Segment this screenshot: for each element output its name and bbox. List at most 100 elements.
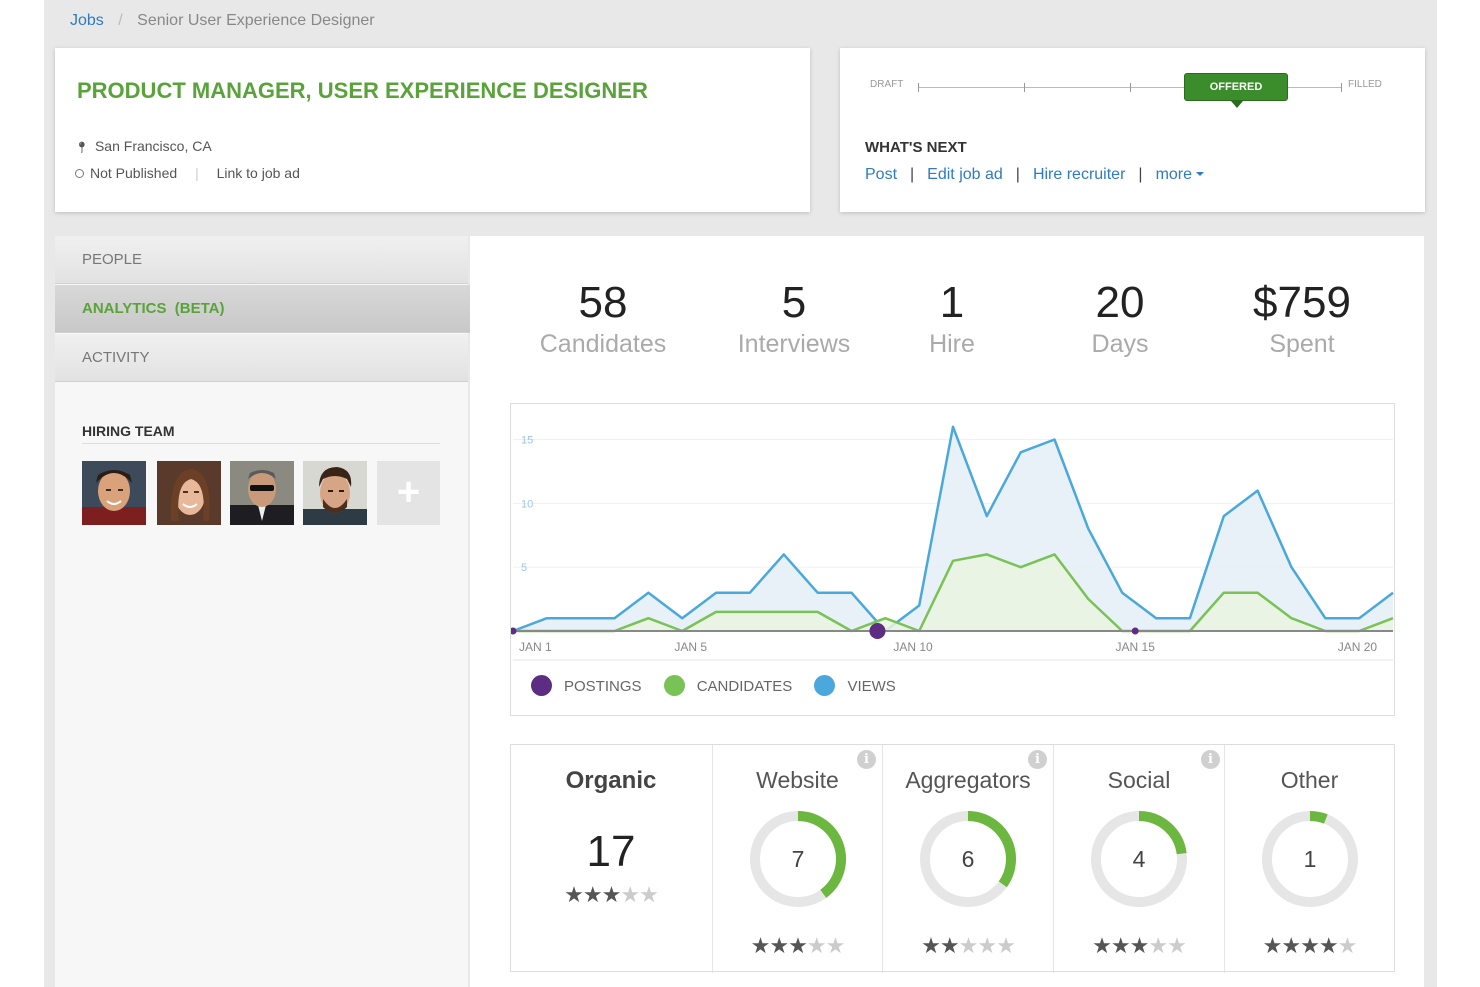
info-icon[interactable]: i [1201, 750, 1220, 769]
legend-item-views[interactable]: VIEWS [814, 675, 896, 696]
activity-chart: 5 10 15 JAN 1 JAN 5 JAN 10 JAN 15 JAN 20 POSTIN… [509, 403, 1395, 716]
stat-label: Days [1091, 330, 1149, 358]
donut-value: 6 [962, 846, 975, 872]
caret-down-icon [1196, 172, 1205, 176]
star-empty-icon: ★ [825, 933, 846, 958]
star-empty-icon: ★ [1148, 933, 1168, 958]
whats-next-title: WHAT'S NEXT [865, 139, 967, 156]
star-empty-icon: ★ [1337, 933, 1358, 958]
x-tick-label: JAN 10 [893, 640, 933, 654]
sidebar-item-activity[interactable]: ACTIVITY [55, 334, 468, 382]
donut-arc [797, 811, 846, 898]
stat-label: Spent [1269, 330, 1335, 358]
job-ad-link[interactable]: Link to job ad [217, 165, 300, 181]
legend-item-candidates[interactable]: CANDIDATES [663, 675, 793, 696]
avatar[interactable] [230, 461, 294, 525]
star-filled-icon: ★ [601, 882, 622, 907]
star-empty-icon: ★ [958, 933, 979, 958]
job-location-text: San Francisco, CA [94, 138, 212, 154]
y-tick-label: 5 [521, 562, 527, 574]
status-tick [1024, 83, 1025, 92]
publish-status: Not Published [90, 165, 178, 181]
stat-interviews: 5 Interviews [719, 276, 869, 358]
stat-spent: $759 Spent [1232, 276, 1372, 358]
breadcrumb-current: Senior User Experience Designer [137, 12, 375, 29]
legend-swatch [663, 675, 685, 696]
star-filled-icon: ★ [921, 933, 941, 958]
action-separator: | [1138, 166, 1143, 183]
status-offered-badge[interactable]: OFFERED [1184, 73, 1288, 108]
avatar[interactable] [303, 461, 367, 525]
edit-job-ad-link[interactable]: Edit job ad [927, 166, 1003, 183]
x-tick-label: JAN 1 [519, 640, 552, 654]
avatar[interactable] [82, 461, 146, 525]
stat-label: Interviews [737, 330, 851, 358]
breadcrumb-separator: / [118, 12, 123, 29]
more-label: more [1155, 166, 1193, 183]
info-icon[interactable]: i [1028, 750, 1047, 769]
source-donut: 7 [749, 811, 846, 907]
status-tick [1130, 83, 1131, 92]
stat-label: Candidates [539, 330, 667, 358]
post-link[interactable]: Post [865, 166, 897, 183]
sidebar-item-analytics-label: ANALYTICS (BETA) [82, 300, 225, 317]
source-donut: 4 [1091, 811, 1187, 907]
star-rating: ★★★★★ [1225, 933, 1394, 959]
star-filled-icon: ★ [769, 933, 789, 958]
status-tick [1341, 83, 1342, 92]
star-filled-icon: ★ [1281, 933, 1301, 958]
status-filled-label: FILLED [1348, 79, 1382, 90]
legend-label: VIEWS [847, 678, 896, 695]
stat-value: 5 [781, 278, 807, 327]
job-summary-card: PRODUCT MANAGER, USER EXPERIENCE DESIGNE… [55, 48, 810, 212]
divider [82, 443, 440, 444]
stat-days: 20 Days [1070, 276, 1170, 358]
star-empty-icon: ★ [620, 882, 640, 907]
stat-value: $759 [1253, 278, 1351, 327]
meta-separator: | [195, 165, 199, 181]
chart-legend: POSTINGS CANDIDATES VIEWS [531, 675, 914, 696]
sidebar-item-analytics[interactable]: ANALYTICS (BETA) [55, 285, 485, 333]
x-tick-label: JAN 15 [1116, 640, 1156, 654]
legend-label: CANDIDATES [696, 678, 793, 695]
avatar[interactable] [157, 461, 221, 525]
x-tick-label: JAN 5 [674, 640, 707, 654]
star-filled-icon: ★ [939, 933, 960, 958]
posting-point [1131, 627, 1139, 635]
stat-hires: 1 Hire [902, 276, 1002, 358]
info-icon[interactable]: i [857, 750, 876, 769]
donut-arc [967, 811, 1016, 888]
star-filled-icon: ★ [564, 882, 584, 907]
breadcrumb-jobs-link[interactable]: Jobs [70, 12, 104, 29]
job-title: PRODUCT MANAGER, USER EXPERIENCE DESIGNE… [77, 78, 648, 103]
add-team-member-button[interactable]: + [377, 461, 440, 525]
star-filled-icon: ★ [750, 933, 771, 958]
star-filled-icon: ★ [1318, 933, 1339, 958]
action-separator: | [1015, 166, 1020, 183]
source-value: 17 [586, 827, 636, 876]
star-empty-icon: ★ [996, 933, 1016, 958]
stat-value: 58 [578, 278, 628, 327]
stat-label: Hire [929, 330, 975, 358]
stat-value: 20 [1095, 278, 1145, 327]
donut-value: 7 [791, 846, 804, 872]
source-organic: Organic 17 ★★★★★ [511, 745, 711, 973]
hire-recruiter-link[interactable]: Hire recruiter [1033, 166, 1125, 183]
sidebar: PEOPLE ANALYTICS (BETA) ACTIVITY HIRING … [55, 236, 485, 987]
y-tick-label: 10 [521, 498, 533, 510]
location-pin-icon: 📍︎ [75, 142, 89, 154]
stat-candidates: 58 Candidates [528, 276, 678, 358]
legend-swatch [814, 675, 836, 696]
star-empty-icon: ★ [639, 882, 659, 907]
x-tick-label: JAN 20 [1338, 640, 1378, 654]
star-filled-icon: ★ [1129, 933, 1150, 958]
sidebar-item-people[interactable]: PEOPLE [55, 236, 468, 284]
star-filled-icon: ★ [1262, 933, 1283, 958]
star-empty-icon: ★ [806, 933, 827, 958]
more-dropdown[interactable]: more [1155, 166, 1205, 183]
legend-item-postings[interactable]: POSTINGS [531, 675, 642, 696]
source-name: Aggregators [905, 767, 1031, 793]
y-tick-label: 15 [521, 435, 533, 447]
star-filled-icon: ★ [582, 882, 603, 907]
status-draft-label: DRAFT [870, 79, 904, 90]
